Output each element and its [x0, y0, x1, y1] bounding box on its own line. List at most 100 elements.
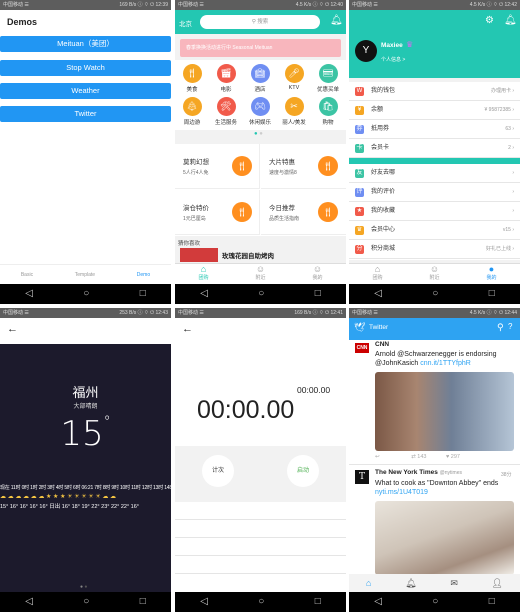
- category-item[interactable]: 🛍︎ 购物: [311, 97, 345, 126]
- recents-icon[interactable]: □: [140, 592, 146, 612]
- tab-nearby[interactable]: ☺ 附近: [429, 264, 439, 285]
- promo-banner[interactable]: 春季换换活动进行中 Seasonal Meituan: [180, 39, 341, 57]
- stopwatch-button[interactable]: Stop Watch: [0, 60, 171, 76]
- deal-title: 大片特惠: [269, 159, 295, 166]
- back-icon[interactable]: ◁: [25, 284, 33, 304]
- menu-row-icon: 分: [355, 245, 364, 254]
- menu-row[interactable]: ¥ 余额 ¥ 95872385 ›: [349, 101, 520, 120]
- listing-title[interactable]: 玫瑰花园自助烤肉: [222, 250, 274, 260]
- category-item[interactable]: 🎤︎ KTV: [277, 64, 311, 91]
- tab-mine[interactable]: ☺ 我的: [312, 264, 322, 285]
- status-bar: 中国移动 ☰ 4.5 K/s ⓘ ⌔ ⏻ 12:42: [349, 0, 520, 10]
- deal-card[interactable]: 演仓特价 1元巴厘岛 🍴︎: [175, 190, 260, 235]
- profile-tab-icon: ☺: [312, 264, 323, 274]
- tweet-time: 38分: [501, 472, 512, 478]
- like-icon[interactable]: ♥: [446, 454, 449, 460]
- tweet-source[interactable]: CNN: [375, 341, 389, 348]
- home-icon[interactable]: ○: [432, 592, 438, 612]
- recents-icon[interactable]: □: [140, 284, 146, 304]
- tab-basic[interactable]: Basic: [21, 265, 33, 284]
- deal-card[interactable]: 今日推荐 品质生活指南 🍴︎: [261, 190, 346, 235]
- bell-icon[interactable]: 🔔︎: [330, 15, 343, 26]
- tweet-link[interactable]: cnn.it/1TTYfphR: [420, 360, 471, 367]
- meituan-button[interactable]: Meituan（美团）: [0, 36, 171, 52]
- retweet-icon[interactable]: ⇄: [411, 454, 416, 460]
- home-icon[interactable]: ○: [258, 284, 264, 304]
- menu-row[interactable]: 评 我的评价 ›: [349, 183, 520, 202]
- cnn-avatar[interactable]: CNN: [355, 343, 369, 353]
- lap-list: [175, 502, 346, 592]
- category-item[interactable]: 🏨︎ 酒店: [243, 64, 277, 93]
- back-arrow-icon[interactable]: ←: [182, 323, 193, 335]
- notifications-tab-icon[interactable]: 🔔︎: [405, 574, 416, 592]
- category-item[interactable]: 💳︎ 优惠买单: [311, 64, 345, 93]
- tweet-photo[interactable]: [375, 501, 514, 575]
- home-icon[interactable]: ○: [83, 592, 89, 612]
- deal-card[interactable]: 大片特惠 速度与激情8 🍴︎: [261, 144, 346, 189]
- lap-button[interactable]: 计次: [202, 455, 234, 487]
- hourly-temps: 15° 16° 16° 16° 16° 日出 16° 18° 19° 22° 2…: [0, 504, 139, 510]
- home-icon[interactable]: ○: [258, 592, 264, 612]
- home-tab-icon[interactable]: ⌂: [366, 574, 371, 592]
- search-icon: ⚲: [251, 19, 256, 25]
- page-indicator: ● ●: [80, 584, 88, 590]
- bell-icon[interactable]: 🔔︎: [504, 15, 517, 26]
- back-icon[interactable]: ◁: [25, 592, 33, 612]
- home-icon[interactable]: ○: [432, 284, 438, 304]
- recents-icon[interactable]: □: [315, 592, 321, 612]
- category-item[interactable]: 🌲︎ 周边游: [175, 97, 209, 126]
- menu-row[interactable]: 分 积分商城 好礼已上线 ›: [349, 240, 520, 259]
- city-selector[interactable]: 北京: [179, 18, 192, 28]
- recents-icon[interactable]: □: [315, 284, 321, 304]
- category-item[interactable]: ✂ 丽人/美发: [277, 97, 311, 126]
- avatar[interactable]: Y: [355, 40, 377, 62]
- category-item[interactable]: 🍴︎ 美食: [175, 64, 209, 93]
- settings-icon[interactable]: ⚙: [485, 15, 494, 26]
- start-button[interactable]: 启动: [287, 455, 319, 487]
- menu-row-label: 会员卡: [371, 145, 390, 151]
- category-item[interactable]: 🎮︎ 休闲娱乐: [243, 97, 277, 126]
- back-icon[interactable]: ◁: [374, 284, 382, 304]
- menu-row[interactable]: 卡 会员卡 2 ›: [349, 139, 520, 158]
- back-arrow-icon[interactable]: ←: [7, 323, 18, 335]
- profile-tab-icon[interactable]: 👤︎: [492, 574, 503, 592]
- nyt-avatar[interactable]: T: [355, 470, 369, 484]
- status-bar: 中国移动 ☰ 253 B/s ⓘ ⌔ ⏻ 12:43: [0, 308, 171, 318]
- home-icon[interactable]: ○: [83, 284, 89, 304]
- tweet-link[interactable]: nyti.ms/1U4T019: [375, 489, 428, 496]
- deal-card[interactable]: 莫莉幻想 5人行4人免 🍴︎: [175, 144, 260, 189]
- tweet-actions: ↩ ⇄ 143 ♥ 297: [375, 454, 460, 460]
- tab-tuangou[interactable]: ⌂ 团购: [198, 264, 208, 285]
- menu-row[interactable]: 券 抵用券 63 ›: [349, 120, 520, 139]
- tab-tuangou[interactable]: ⌂ 团购: [372, 264, 382, 285]
- twitter-button[interactable]: Twitter: [0, 106, 171, 122]
- tweet-photo[interactable]: [375, 372, 514, 451]
- tab-template[interactable]: Template: [75, 265, 95, 284]
- search-input[interactable]: ⚲ 搜索: [200, 15, 320, 29]
- reply-icon[interactable]: ↩: [375, 454, 380, 460]
- menu-row[interactable]: ★ 我的收藏 ›: [349, 202, 520, 221]
- weather-button[interactable]: Weather: [0, 83, 171, 99]
- recents-icon[interactable]: □: [489, 284, 495, 304]
- tweet-text: Arnold @Schwarzenegger is endorsing @Joh…: [375, 351, 497, 367]
- menu-row[interactable]: 友 好友去哪 ›: [349, 164, 520, 183]
- lap-row: [175, 538, 346, 556]
- back-icon[interactable]: ◁: [200, 592, 208, 612]
- back-icon[interactable]: ◁: [374, 592, 382, 612]
- tab-nearby[interactable]: ☺ 附近: [255, 264, 265, 285]
- back-icon[interactable]: ◁: [200, 284, 208, 304]
- tab-demo[interactable]: Demo: [137, 265, 150, 284]
- listing-thumbnail[interactable]: [180, 248, 218, 262]
- recents-icon[interactable]: □: [489, 592, 495, 612]
- menu-row[interactable]: ♛ 会员中心 v15 ›: [349, 221, 520, 240]
- menu-row[interactable]: W 我的钱包 办理用卡 ›: [349, 82, 520, 101]
- menu-row-value: 63 ›: [505, 126, 514, 132]
- category-item[interactable]: 🛠︎ 生活服务: [209, 97, 243, 126]
- category-item[interactable]: 🎬︎ 电影: [209, 64, 243, 93]
- profile-info-link[interactable]: 个人信息 >: [381, 56, 405, 63]
- search-icon[interactable]: ⚲: [497, 322, 504, 333]
- messages-tab-icon[interactable]: ✉: [450, 574, 458, 592]
- tab-mine[interactable]: ● 我的: [486, 264, 496, 285]
- help-icon[interactable]: ?: [508, 322, 512, 331]
- current-temperature: 15°: [60, 414, 111, 454]
